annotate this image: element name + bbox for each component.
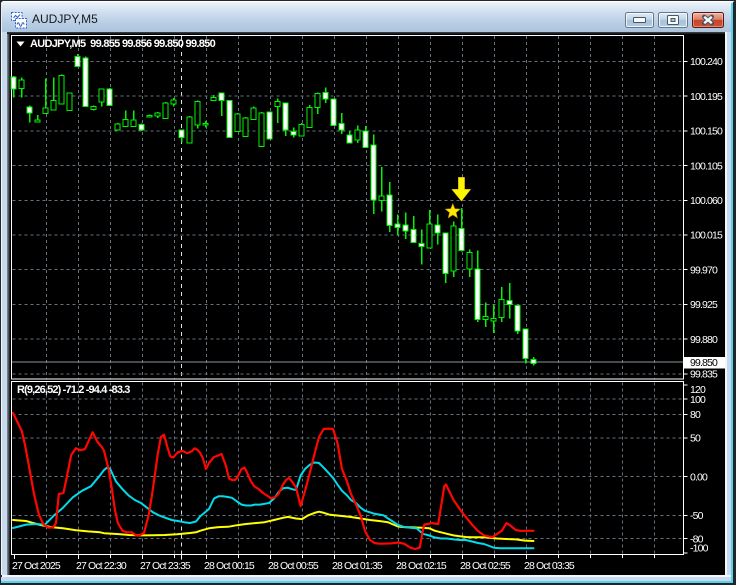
svg-text:99.925: 99.925 bbox=[690, 299, 718, 311]
svg-text:100.015: 100.015 bbox=[690, 230, 723, 242]
svg-text:28 Oct 01:35: 28 Oct 01:35 bbox=[332, 560, 383, 572]
svg-text:27 Oct 2025: 27 Oct 2025 bbox=[12, 560, 61, 572]
svg-text:100.240: 100.240 bbox=[690, 56, 723, 68]
svg-text:28 Oct 03:35: 28 Oct 03:35 bbox=[524, 560, 575, 572]
svg-text:28 Oct 02:15: 28 Oct 02:15 bbox=[396, 560, 447, 572]
svg-text:99.970: 99.970 bbox=[690, 264, 718, 276]
svg-text:28 Oct 00:55: 28 Oct 00:55 bbox=[268, 560, 319, 572]
svg-text:28 Oct 00:15: 28 Oct 00:15 bbox=[204, 560, 255, 572]
svg-text:100.060: 100.060 bbox=[690, 195, 723, 207]
svg-text:99.835: 99.835 bbox=[690, 369, 718, 381]
svg-text:99.850: 99.850 bbox=[690, 357, 718, 369]
svg-text:28 Oct 02:55: 28 Oct 02:55 bbox=[460, 560, 511, 572]
svg-text:50: 50 bbox=[690, 433, 701, 445]
svg-text:AUDJPY,M5 99.855 99.856 99.85: AUDJPY,M5 99.855 99.856 99.850 99.850 bbox=[30, 38, 216, 50]
svg-text:100.195: 100.195 bbox=[690, 91, 723, 103]
svg-text:100.105: 100.105 bbox=[690, 160, 723, 172]
svg-text:-50: -50 bbox=[690, 510, 704, 522]
svg-text:100.150: 100.150 bbox=[690, 126, 723, 138]
svg-text:100: 100 bbox=[690, 394, 706, 406]
svg-text:0.00: 0.00 bbox=[690, 471, 708, 483]
svg-text:99.880: 99.880 bbox=[690, 334, 718, 346]
svg-text:27 Oct 22:30: 27 Oct 22:30 bbox=[76, 560, 127, 572]
svg-text:27 Oct 23:35: 27 Oct 23:35 bbox=[140, 560, 191, 572]
svg-text:R(9,26,52) -71.2 -94.4 -83.3: R(9,26,52) -71.2 -94.4 -83.3 bbox=[17, 384, 130, 396]
svg-text:-100: -100 bbox=[690, 543, 709, 555]
svg-text:80: 80 bbox=[690, 409, 701, 421]
